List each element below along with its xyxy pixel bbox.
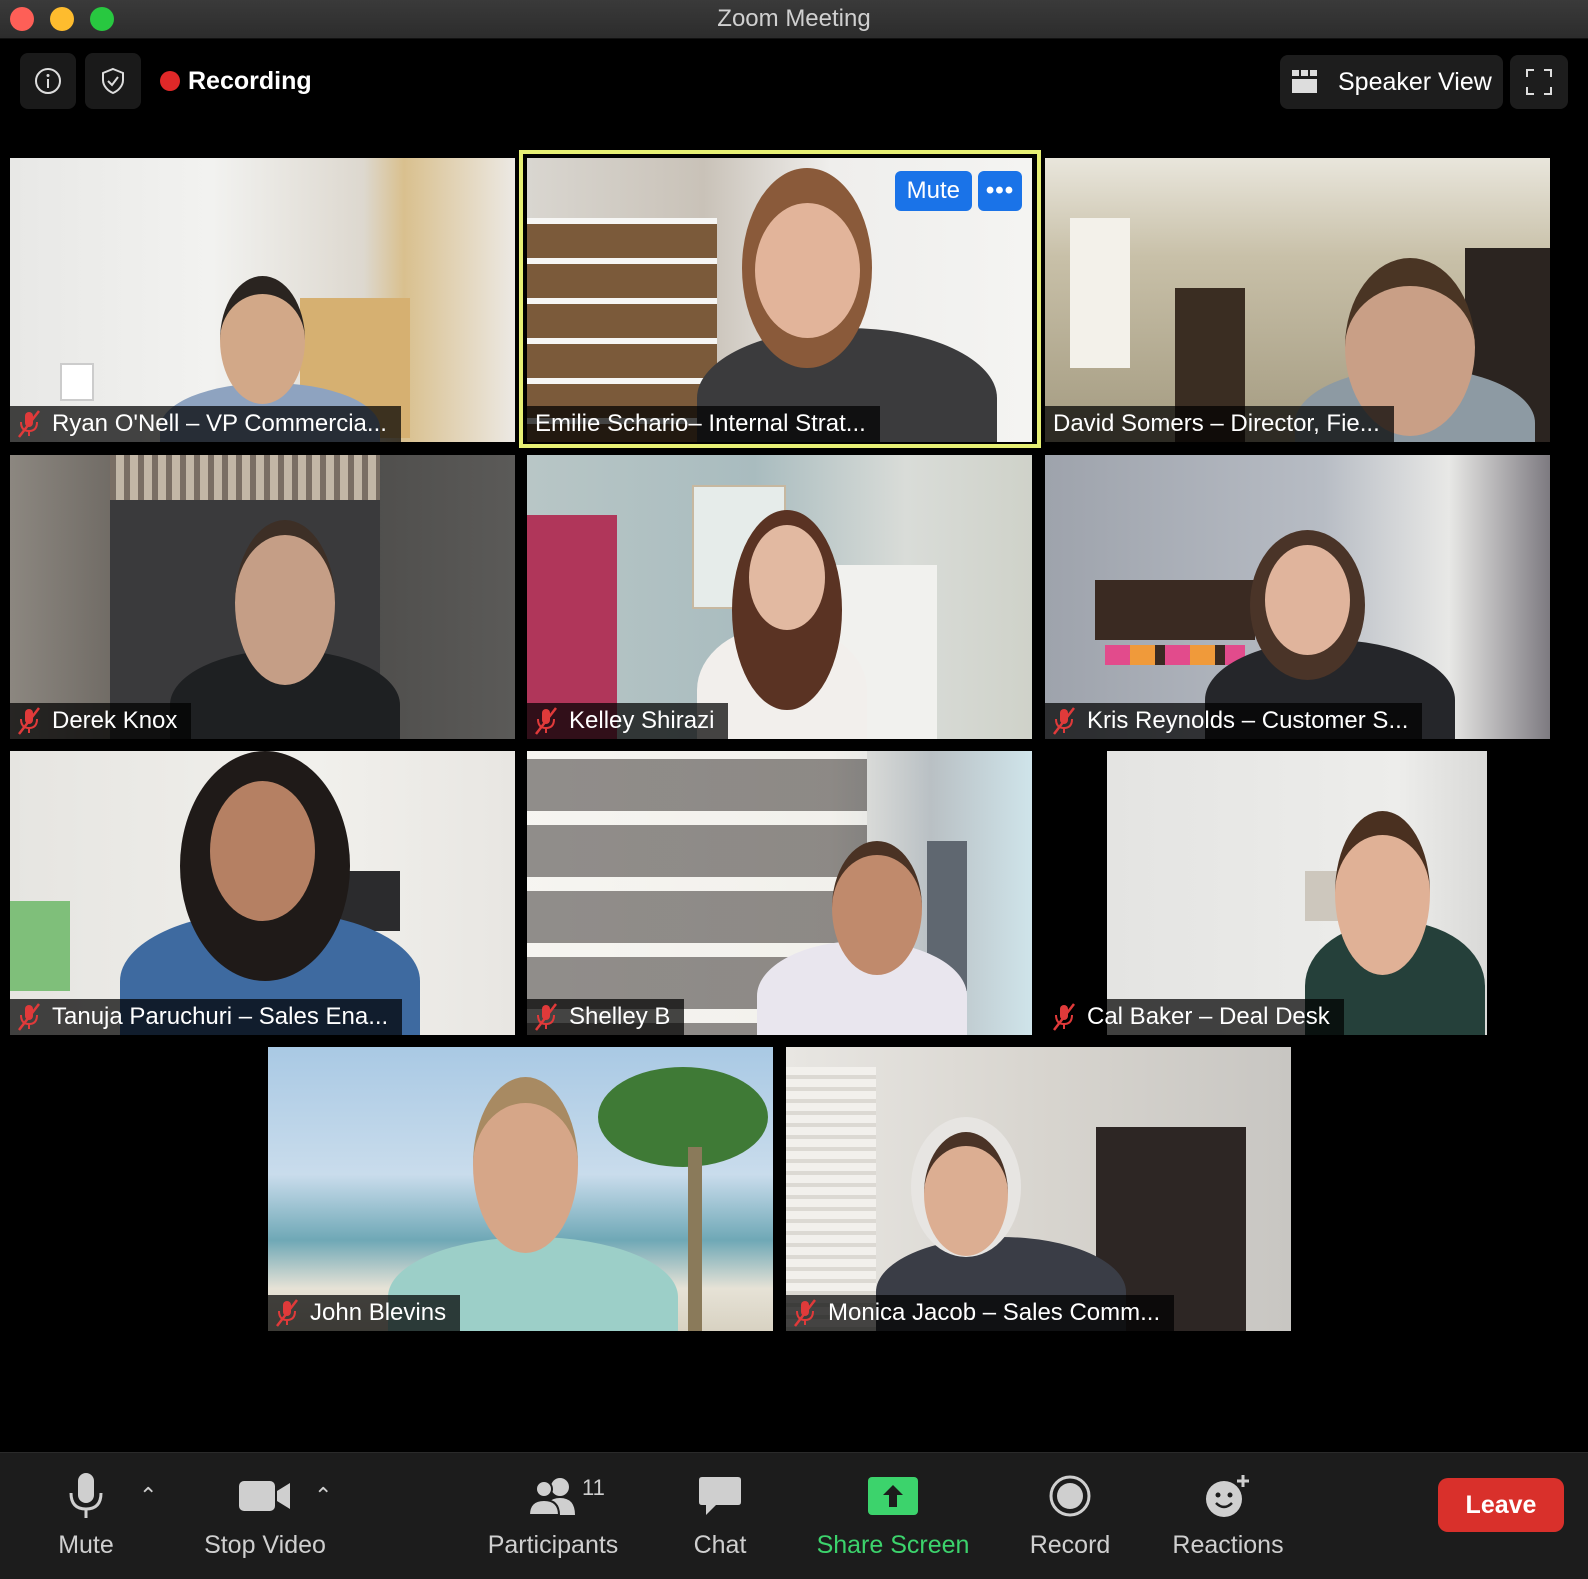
- participant-name: Shelley B: [569, 1003, 671, 1030]
- share-screen-label: Share Screen: [816, 1531, 970, 1559]
- participant-name: Kris Reynolds – Customer S...: [1087, 707, 1409, 734]
- muted-mic-icon: [535, 1003, 557, 1031]
- participant-name-tag: Cal Baker – Deal Desk: [1045, 999, 1344, 1035]
- share-screen-arrow-icon: [868, 1477, 918, 1515]
- smiley-plus-icon: [1206, 1475, 1249, 1517]
- more-options-icon: •••: [985, 177, 1015, 204]
- muted-mic-icon: [18, 707, 40, 735]
- title-bar: Zoom Meeting: [0, 0, 1588, 39]
- chat-bubble-icon: [699, 1477, 741, 1515]
- fullscreen-icon: [1526, 69, 1552, 95]
- speaker-view-label: Speaker View: [1338, 67, 1492, 96]
- reactions-label: Reactions: [1172, 1531, 1284, 1559]
- record-icon: [1049, 1475, 1091, 1517]
- recording-indicator: Recording: [160, 64, 312, 98]
- recording-dot-icon: [160, 71, 180, 91]
- security-button[interactable]: [85, 53, 141, 109]
- recording-label: Recording: [188, 66, 312, 95]
- video-options-chevron-up-icon[interactable]: ⌃: [314, 1483, 332, 1509]
- participant-name-tag: Tanuja Paruchuri – Sales Ena...: [10, 999, 403, 1035]
- leave-meeting-button[interactable]: Leave: [1438, 1478, 1564, 1532]
- participant-name: Kelley Shirazi: [569, 707, 715, 734]
- participant-name-tag: Shelley B: [527, 999, 685, 1035]
- participant-name-tag: John Blevins: [268, 1295, 461, 1331]
- video-tile[interactable]: David Somers – Director, Fie...: [1045, 158, 1550, 442]
- fullscreen-button[interactable]: [1510, 55, 1568, 109]
- video-camera-icon: [239, 1481, 290, 1511]
- participant-name: Derek Knox: [52, 707, 178, 734]
- participant-name: David Somers – Director, Fie...: [1053, 410, 1380, 437]
- record-label: Record: [1029, 1531, 1111, 1559]
- meeting-info-button[interactable]: [20, 53, 76, 109]
- participants-button[interactable]: Participants: [478, 1453, 628, 1579]
- participant-name-tag: Ryan O'Nell – VP Commercia...: [10, 406, 401, 442]
- muted-mic-icon: [18, 1003, 40, 1031]
- mute-participant-button[interactable]: Mute: [894, 171, 972, 211]
- microphone-icon: [69, 1473, 103, 1518]
- participant-name-tag: Derek Knox: [10, 703, 192, 739]
- speaker-view-button[interactable]: Speaker View: [1280, 55, 1503, 109]
- video-tile-active-speaker[interactable]: Mute ••• Emilie Schario– Internal Strat.…: [527, 158, 1032, 442]
- window-title: Zoom Meeting: [717, 5, 871, 32]
- video-tile[interactable]: Cal Baker – Deal Desk: [1045, 751, 1487, 1035]
- muted-mic-icon: [794, 1299, 816, 1327]
- share-screen-button[interactable]: Share Screen: [808, 1453, 978, 1579]
- participant-name-tag: David Somers – Director, Fie...: [1045, 406, 1394, 442]
- participants-icon: [527, 1478, 575, 1516]
- participants-count: 11: [582, 1475, 605, 1500]
- participant-name: John Blevins: [310, 1299, 447, 1326]
- muted-mic-icon: [1053, 1003, 1075, 1031]
- grid-view-icon: [1292, 70, 1317, 93]
- participant-name-tag: Monica Jacob – Sales Comm...: [786, 1295, 1175, 1331]
- muted-mic-icon: [18, 410, 40, 438]
- mute-label: Mute: [58, 1531, 114, 1559]
- muted-mic-icon: [276, 1299, 298, 1327]
- reactions-button[interactable]: Reactions: [1163, 1453, 1293, 1579]
- participant-name: Tanuja Paruchuri – Sales Ena...: [52, 1003, 389, 1030]
- participant-name-tag: Kris Reynolds – Customer S...: [1045, 703, 1423, 739]
- video-tile[interactable]: Kelley Shirazi: [527, 455, 1032, 739]
- chat-label: Chat: [693, 1531, 747, 1559]
- muted-mic-icon: [535, 707, 557, 735]
- video-tile[interactable]: Tanuja Paruchuri – Sales Ena...: [10, 751, 515, 1035]
- stop-video-button[interactable]: Stop Video: [195, 1453, 335, 1579]
- participant-name-tag: Kelley Shirazi: [527, 703, 729, 739]
- participant-name: Monica Jacob – Sales Comm...: [828, 1299, 1161, 1326]
- stop-video-label: Stop Video: [204, 1531, 326, 1559]
- chat-button[interactable]: Chat: [680, 1453, 760, 1579]
- muted-mic-icon: [1053, 707, 1075, 735]
- video-tile[interactable]: Kris Reynolds – Customer S...: [1045, 455, 1550, 739]
- video-tile[interactable]: Derek Knox: [10, 455, 515, 739]
- info-icon: [35, 68, 61, 94]
- video-tile[interactable]: John Blevins: [268, 1047, 773, 1331]
- video-tile[interactable]: Shelley B: [527, 751, 1032, 1035]
- participant-name: Ryan O'Nell – VP Commercia...: [52, 410, 387, 437]
- shield-icon: [102, 67, 124, 95]
- more-options-button[interactable]: •••: [978, 171, 1022, 211]
- participant-name: Emilie Schario– Internal Strat...: [535, 410, 866, 437]
- mute-button[interactable]: Mute: [44, 1453, 128, 1579]
- participant-name-tag: Emilie Schario– Internal Strat...: [527, 406, 880, 442]
- audio-options-chevron-up-icon[interactable]: ⌃: [139, 1483, 157, 1509]
- participant-name: Cal Baker – Deal Desk: [1087, 1003, 1330, 1030]
- record-button[interactable]: Record: [1015, 1453, 1125, 1579]
- meeting-toolbar: Mute ⌃ Stop Video ⌃ Participants 11 Chat…: [0, 1452, 1588, 1579]
- video-tile[interactable]: Ryan O'Nell – VP Commercia...: [10, 158, 515, 442]
- video-tile[interactable]: Monica Jacob – Sales Comm...: [786, 1047, 1291, 1331]
- participants-label: Participants: [487, 1531, 619, 1559]
